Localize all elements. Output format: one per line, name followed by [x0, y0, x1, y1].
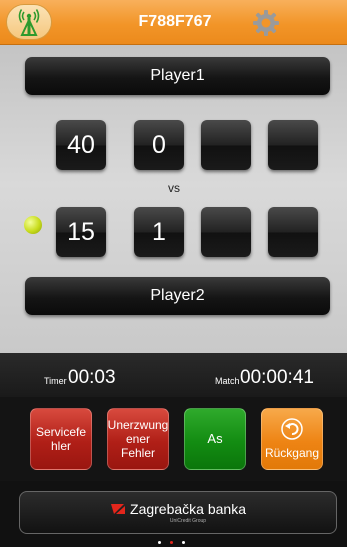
ace-button[interactable]: As [184, 408, 246, 470]
top-bar: F788F767 [0, 0, 347, 45]
ace-label: As [207, 431, 223, 446]
bank-banner-area: Zagrebačka banka UniCredit Group [0, 481, 347, 547]
match-label: Match [215, 376, 240, 386]
serve-ball-icon [24, 216, 42, 234]
player1-name-bar[interactable]: Player1 [25, 57, 330, 95]
player2-set1[interactable] [201, 207, 251, 257]
service-fault-label-2: hler [50, 439, 71, 453]
match-value: 00:00:41 [240, 367, 314, 388]
undo-label: Rückgang [264, 446, 320, 460]
player2-points[interactable]: 15 [56, 207, 106, 257]
unforced-error-label-1: Unerzwung [107, 418, 169, 432]
device-name: F788F767 [138, 13, 212, 30]
player2-name: Player2 [150, 287, 205, 304]
player1-points[interactable]: 40 [56, 120, 106, 170]
service-fault-label-1: Servicefe [35, 425, 87, 439]
page-dot-1 [158, 541, 161, 544]
player2-set2[interactable] [268, 207, 318, 257]
antenna-signal-icon [18, 9, 40, 36]
undo-icon [281, 418, 303, 440]
timer-bar: Timer 00:03 Match 00:00:41 [0, 353, 347, 397]
unforced-error-label-2: ener Fehler [120, 432, 155, 460]
gear-icon[interactable] [252, 9, 280, 37]
page-indicator [158, 541, 185, 544]
player2-name-bar[interactable]: Player2 [25, 277, 330, 315]
player1-set1[interactable] [201, 120, 251, 170]
scoreboard: Player1 40 0 vs 15 1 Player2 [0, 45, 347, 353]
antenna-signal-button[interactable] [6, 4, 52, 40]
player1-games[interactable]: 0 [134, 120, 184, 170]
player2-games[interactable]: 1 [134, 207, 184, 257]
page-dot-3 [182, 541, 185, 544]
player1-set2[interactable] [268, 120, 318, 170]
timer-label: Timer [44, 376, 67, 386]
player1-name: Player1 [150, 67, 205, 84]
service-fault-button[interactable]: Servicefe hler [30, 408, 92, 470]
bank-name: Zagrebačka banka [130, 501, 246, 517]
unforced-error-button[interactable]: Unerzwung ener Fehler [107, 408, 169, 470]
timer-value: 00:03 [68, 367, 116, 388]
bank-banner[interactable]: Zagrebačka banka UniCredit Group [19, 491, 337, 534]
vs-label: vs [168, 181, 180, 195]
bank-sub-label: UniCredit Group [169, 518, 207, 524]
page-dot-2 [170, 541, 173, 544]
zaba-logo-icon [111, 504, 126, 514]
undo-button[interactable]: Rückgang [261, 408, 323, 470]
action-bar: Servicefe hler Unerzwung ener Fehler As … [0, 397, 347, 481]
